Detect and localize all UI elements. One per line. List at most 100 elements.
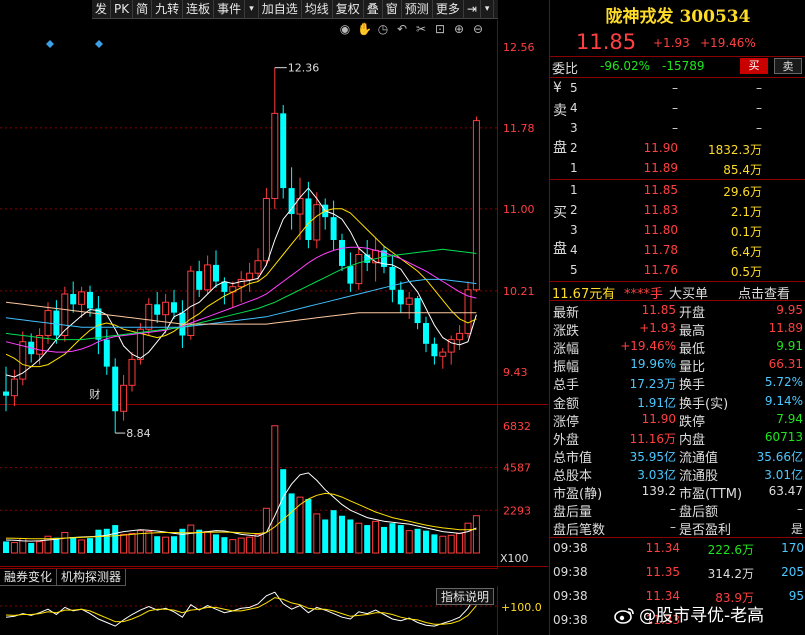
toolbar-button-6[interactable]: ▾: [245, 0, 259, 19]
sell-quantity: 85.4万: [723, 163, 762, 177]
scissors-icon[interactable]: ✂: [414, 22, 428, 36]
toolbar-button-12[interactable]: 预测: [402, 0, 433, 19]
candle: [381, 246, 387, 274]
toolbar-button-1[interactable]: PK: [111, 0, 134, 19]
sell-quantity: 1832.3万: [708, 143, 762, 157]
buy-level-row[interactable]: 2 11.83 2.1万: [550, 200, 805, 220]
candle: [423, 316, 429, 353]
candle: [472, 116, 480, 292]
hand-icon[interactable]: ✋: [357, 22, 372, 36]
stat-value: 5.72%: [764, 375, 803, 390]
price-change: +1.93: [653, 36, 690, 50]
stat-value: 35.66亿: [756, 449, 803, 464]
last-price: 11.85: [576, 30, 637, 54]
volume-bar: [145, 531, 153, 554]
toolbar-button-7[interactable]: 加自选: [259, 0, 302, 19]
volume-bar: [431, 534, 438, 553]
buy-level-row[interactable]: 1 11.85 29.6万: [550, 180, 805, 200]
tick-volume: 222.6万: [707, 543, 754, 557]
sell-button[interactable]: 卖: [774, 58, 802, 74]
volume-bar: [456, 532, 464, 554]
candle-body: [347, 265, 354, 284]
sell-level-row[interactable]: 3 – –: [550, 118, 805, 138]
price-tick-label: 12.56: [503, 41, 535, 54]
fit-icon[interactable]: ⊡: [433, 22, 447, 36]
volume-bar: [162, 536, 170, 554]
candle-body: [87, 291, 93, 309]
sell-level-row[interactable]: 2 11.90 1832.3万: [550, 138, 805, 158]
volume-bar: [464, 522, 472, 554]
toolbar-button-8[interactable]: 均线: [302, 0, 333, 19]
stat-row: 总股本 3.03亿 流通股 3.01亿: [550, 464, 805, 484]
stat-value: 9.14%: [764, 393, 803, 408]
volume-bar: [439, 535, 447, 554]
toolbar-button-0[interactable]: 发: [92, 0, 112, 19]
sell-level-row[interactable]: 4 – –: [550, 98, 805, 118]
toolbar-button-3[interactable]: 九转: [152, 0, 184, 19]
undo-icon[interactable]: ↶: [395, 22, 409, 36]
volume-tick-label: 4587: [503, 462, 531, 475]
price-row: 11.85 +1.93 +19.46%: [550, 30, 805, 54]
indicator-help-button[interactable]: 指标说明: [436, 588, 494, 605]
stat-value: +19.46%: [620, 339, 676, 354]
eye-icon[interactable]: ◉: [338, 22, 352, 36]
toolbar-button-4[interactable]: 连板: [183, 0, 215, 19]
toolbar-button-15[interactable]: ▾: [481, 0, 495, 19]
candle: [439, 347, 447, 369]
volume-bar: [187, 524, 195, 554]
volume-bar: [364, 525, 371, 553]
buy-level-row[interactable]: 5 11.76 0.5万: [550, 260, 805, 280]
volume-bar: [213, 534, 219, 553]
sell-level-row[interactable]: 5 – –: [550, 78, 805, 98]
volume-bar: [372, 520, 380, 554]
volume-bar: [347, 519, 354, 553]
candle: [339, 233, 345, 272]
price-tick-label: 11.78: [503, 122, 535, 135]
volume-bar: [237, 537, 245, 554]
volume-bar: [423, 530, 429, 553]
candle-body: [128, 358, 136, 386]
toolbar-button-14[interactable]: ⇥: [464, 0, 481, 19]
tab-margin-change[interactable]: 融券变化: [0, 569, 58, 586]
toolbar-button-13[interactable]: 更多: [433, 0, 464, 19]
volume-bar: [3, 541, 9, 553]
candle-body: [103, 339, 110, 367]
toolbar-button-9[interactable]: 复权: [333, 0, 364, 19]
toolbar-button-11[interactable]: 窗: [383, 0, 402, 19]
buy-level-row[interactable]: 3 11.80 0.1万: [550, 220, 805, 240]
candle: [313, 192, 321, 249]
candle: [347, 252, 354, 292]
weibi-label: 委比: [552, 62, 579, 77]
buy-level-row[interactable]: 4 11.78 6.4万: [550, 240, 805, 260]
candle-body: [112, 366, 119, 412]
sell-level-row[interactable]: 1 11.89 85.4万: [550, 158, 805, 178]
stat-row: 涨幅 +19.46% 最低 9.91: [550, 337, 805, 357]
zoom-in-icon[interactable]: ⊕: [452, 22, 466, 36]
tick-time: 09:38: [553, 565, 588, 579]
stock-title[interactable]: 陇神戎发 300534: [550, 2, 805, 27]
buy-quantity: 29.6万: [723, 185, 762, 199]
toolbar-button-2[interactable]: 简: [133, 0, 153, 19]
sell-price: 11.90: [643, 141, 678, 155]
kline-chart[interactable]: 12.56 11.78 11.00 10.21 9.43 6832 4587 2293 X100…: [0, 0, 548, 635]
stat-value: 9.91: [776, 339, 803, 354]
buy-level: 5: [570, 263, 578, 277]
kline-chart-area[interactable]: 12.56 11.78 11.00 10.21 9.43 6832 4587 2293 X100…: [0, 0, 548, 635]
stat-value: –: [797, 502, 803, 517]
candle-body: [262, 197, 270, 262]
volume-bar: [229, 539, 237, 554]
stat-row: 振幅 19.96% 量比 66.31: [550, 355, 805, 375]
clock-icon[interactable]: ◷: [376, 22, 390, 36]
candle: [246, 262, 254, 292]
candle: [112, 358, 119, 434]
toolbar-button-10[interactable]: 叠: [364, 0, 383, 19]
zoom-out-icon[interactable]: ⊖: [471, 22, 485, 36]
event-diamond-icon: [95, 40, 103, 48]
toolbar-button-5[interactable]: 事件: [214, 0, 246, 19]
buy-quantity: 0.1万: [730, 225, 762, 239]
tab-institution-detector[interactable]: 机构探测器: [57, 569, 127, 586]
candle: [70, 281, 77, 313]
candle: [78, 286, 86, 318]
price-change-pct: +19.46%: [700, 36, 756, 50]
buy-button[interactable]: 买: [740, 58, 768, 74]
